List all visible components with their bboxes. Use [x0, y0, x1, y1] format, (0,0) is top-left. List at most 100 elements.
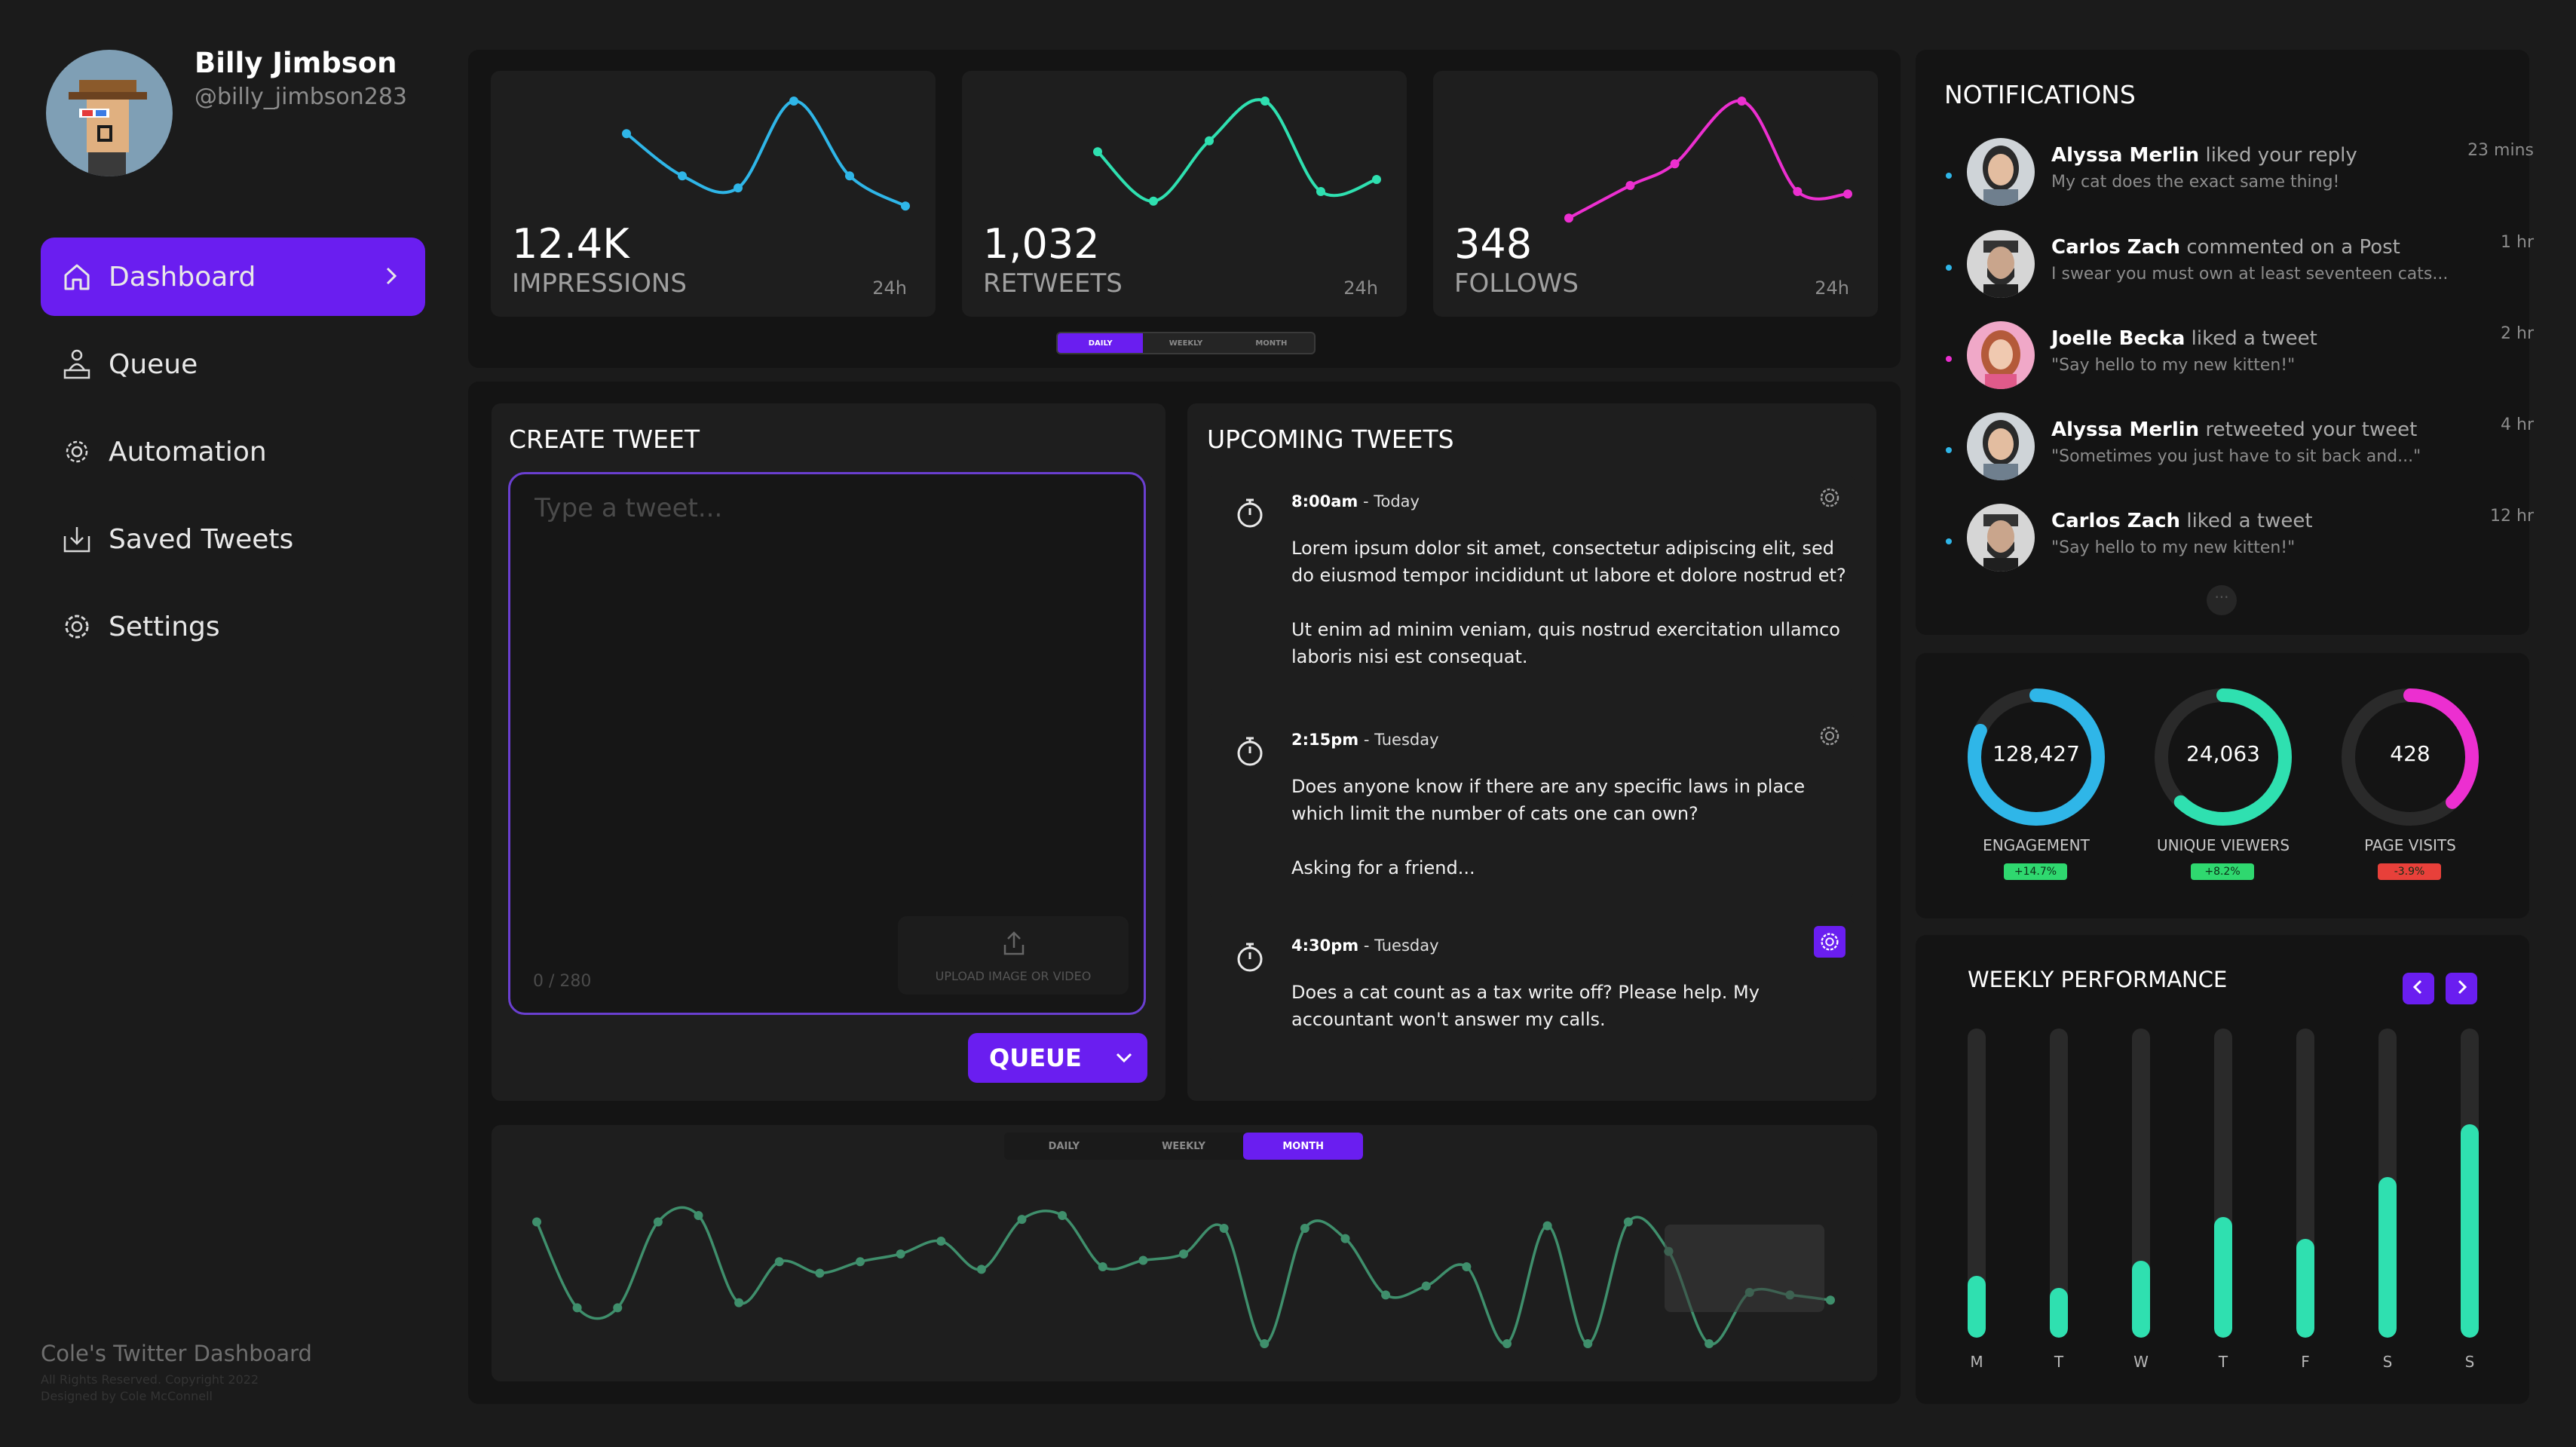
- timeline-point: [1542, 1221, 1552, 1231]
- prev-week-button[interactable]: [2403, 973, 2434, 1004]
- sidebar-item-dashboard[interactable]: Dashboard: [41, 238, 425, 316]
- timeline-point: [1300, 1224, 1309, 1233]
- stat-period: 24h: [872, 277, 907, 299]
- notification-item[interactable]: Alyssa Merlin retweeted your tweet "Some…: [1946, 412, 2534, 495]
- footer-rights: All Rights Reserved. Copyright 2022: [41, 1372, 259, 1387]
- sidebar-item-label: Settings: [109, 611, 220, 642]
- notifications-title: NOTIFICATIONS: [1944, 80, 2136, 109]
- profile-handle: @billy_jimbson283: [195, 84, 407, 110]
- sparkline-point: [1793, 187, 1803, 196]
- bar-track: [2132, 1029, 2150, 1338]
- queue-button-label: QUEUE: [989, 1044, 1082, 1072]
- chevron-down-icon[interactable]: [1113, 1047, 1135, 1072]
- sparkline-point: [845, 171, 854, 181]
- unread-dot: [1946, 173, 1952, 179]
- sidebar-item-saved-tweets[interactable]: Saved Tweets: [41, 500, 425, 578]
- engagement-ring: 128,427 ENGAGEMENT +14.7%: [1962, 682, 2111, 880]
- bar-fill: [2132, 1260, 2150, 1338]
- notification-item[interactable]: Carlos Zach liked a tweet "Say hello to …: [1946, 504, 2534, 587]
- timeline-point: [1705, 1339, 1714, 1348]
- load-more-button[interactable]: ···: [2207, 585, 2237, 615]
- upcoming-tweet-item[interactable]: 8:00am - Today Lorem ipsum dolor sit ame…: [1207, 473, 1856, 693]
- sidebar-item-label: Queue: [109, 348, 198, 380]
- notification-text: Joelle Becka liked a tweet: [2051, 327, 2317, 350]
- sparkline-point: [1625, 181, 1635, 190]
- upcoming-tweet-item[interactable]: 4:30pm - Tuesday Does a cat count as a t…: [1207, 917, 1856, 1063]
- gear-icon[interactable]: [1817, 485, 1842, 514]
- sidebar-item-queue[interactable]: Queue: [41, 325, 425, 403]
- notification-snippet: I swear you must own at least seventeen …: [2051, 265, 2449, 284]
- sparkline-point: [1093, 147, 1102, 157]
- next-week-button[interactable]: [2446, 973, 2477, 1004]
- timeline-point: [1138, 1255, 1148, 1265]
- timeline-point: [734, 1298, 744, 1308]
- sparkline-point: [622, 129, 631, 139]
- automation-gear-icon: [59, 434, 95, 470]
- notification-item[interactable]: Carlos Zach commented on a Post I swear …: [1946, 230, 2534, 313]
- bar-fill: [2296, 1238, 2314, 1338]
- stat-label: IMPRESSIONS: [512, 268, 687, 299]
- avatar: [1967, 321, 2035, 389]
- bar-day-label: W: [2133, 1353, 2149, 1371]
- char-count: 0 / 280: [533, 972, 592, 991]
- sidebar-item-label: Dashboard: [109, 261, 256, 293]
- timeline-point: [936, 1237, 946, 1246]
- upload-media-button[interactable]: UPLOAD IMAGE OR VIDEO: [898, 916, 1129, 995]
- sparkline-point: [1737, 97, 1747, 106]
- notification-snippet: "Say hello to my new kitten!": [2051, 538, 2296, 557]
- timeline-point: [856, 1257, 865, 1267]
- timeline-chart-card: DAILY WEEKLY MONTH: [492, 1125, 1877, 1381]
- notification-item[interactable]: Alyssa Merlin liked your reply My cat do…: [1946, 138, 2534, 221]
- stats-panel: 12.4K IMPRESSIONS 24h 1,032 RETWEETS 24h…: [468, 50, 1901, 368]
- stat-card-impressions: 12.4K IMPRESSIONS 24h: [491, 71, 936, 317]
- sparkline-point: [678, 171, 687, 181]
- ring-value: 428: [2390, 741, 2431, 766]
- timeline-point: [1219, 1224, 1229, 1233]
- tab-daily[interactable]: DAILY: [1058, 333, 1144, 353]
- avatar: [1967, 138, 2035, 206]
- tweet-input[interactable]: [533, 492, 1124, 524]
- sparkline-point: [1670, 159, 1680, 169]
- notification-text: Alyssa Merlin retweeted your tweet: [2051, 418, 2418, 441]
- sparkline-point: [1372, 175, 1381, 184]
- avatar: [1967, 412, 2035, 480]
- bar-fill: [2378, 1176, 2397, 1338]
- notification-time: 12 hr: [2490, 507, 2534, 526]
- tweet-body: Lorem ipsum dolor sit amet, consectetur …: [1291, 538, 1846, 667]
- upload-label: UPLOAD IMAGE OR VIDEO: [935, 969, 1092, 983]
- profile-avatar[interactable]: [46, 50, 173, 176]
- bar-track: [2214, 1029, 2232, 1338]
- timeline-point: [1623, 1217, 1633, 1227]
- tweet-compose-box: 0 / 280 UPLOAD IMAGE OR VIDEO: [508, 472, 1146, 1015]
- bar-day-label: T: [2054, 1353, 2064, 1371]
- ring-label: PAGE VISITS: [2364, 836, 2456, 854]
- timeline-point: [1179, 1249, 1188, 1258]
- sidebar-item-automation[interactable]: Automation: [41, 412, 425, 491]
- notification-item[interactable]: Joelle Becka liked a tweet "Say hello to…: [1946, 321, 2534, 404]
- delta-badge: +8.2%: [2191, 863, 2254, 880]
- stat-period: 24h: [1343, 277, 1378, 299]
- notification-snippet: "Say hello to my new kitten!": [2051, 356, 2296, 375]
- tweet-body: Does a cat count as a tax write off? Ple…: [1291, 982, 1760, 1030]
- sidebar-item-settings[interactable]: Settings: [41, 587, 425, 666]
- tab-weekly[interactable]: WEEKLY: [1143, 333, 1228, 353]
- gear-icon[interactable]: [1817, 723, 1842, 752]
- timer-icon: [1233, 940, 1267, 977]
- notification-time: 2 hr: [2501, 324, 2534, 343]
- timeline-path: [535, 1206, 1831, 1346]
- timer-icon: [1233, 495, 1267, 533]
- tab-month[interactable]: MONTH: [1229, 333, 1314, 353]
- timeline-point: [1017, 1215, 1027, 1225]
- upload-icon: [1000, 930, 1028, 960]
- sparkline-point: [1205, 136, 1214, 146]
- sidebar-item-label: Saved Tweets: [109, 523, 294, 555]
- sidebar-nav: Dashboard Queue Automation Saved Tweets: [41, 238, 425, 675]
- timeline-point: [774, 1257, 784, 1267]
- timeline-point: [1381, 1290, 1391, 1300]
- bar-track: [2050, 1029, 2068, 1338]
- notification-text: Carlos Zach commented on a Post: [2051, 236, 2400, 259]
- upcoming-tweet-item[interactable]: 2:15pm - Tuesday Does anyone know if the…: [1207, 711, 1856, 900]
- queue-button[interactable]: QUEUE: [968, 1033, 1147, 1083]
- gear-icon[interactable]: [1814, 926, 1845, 958]
- tweet-schedule-time: 2:15pm - Tuesday: [1291, 731, 1439, 749]
